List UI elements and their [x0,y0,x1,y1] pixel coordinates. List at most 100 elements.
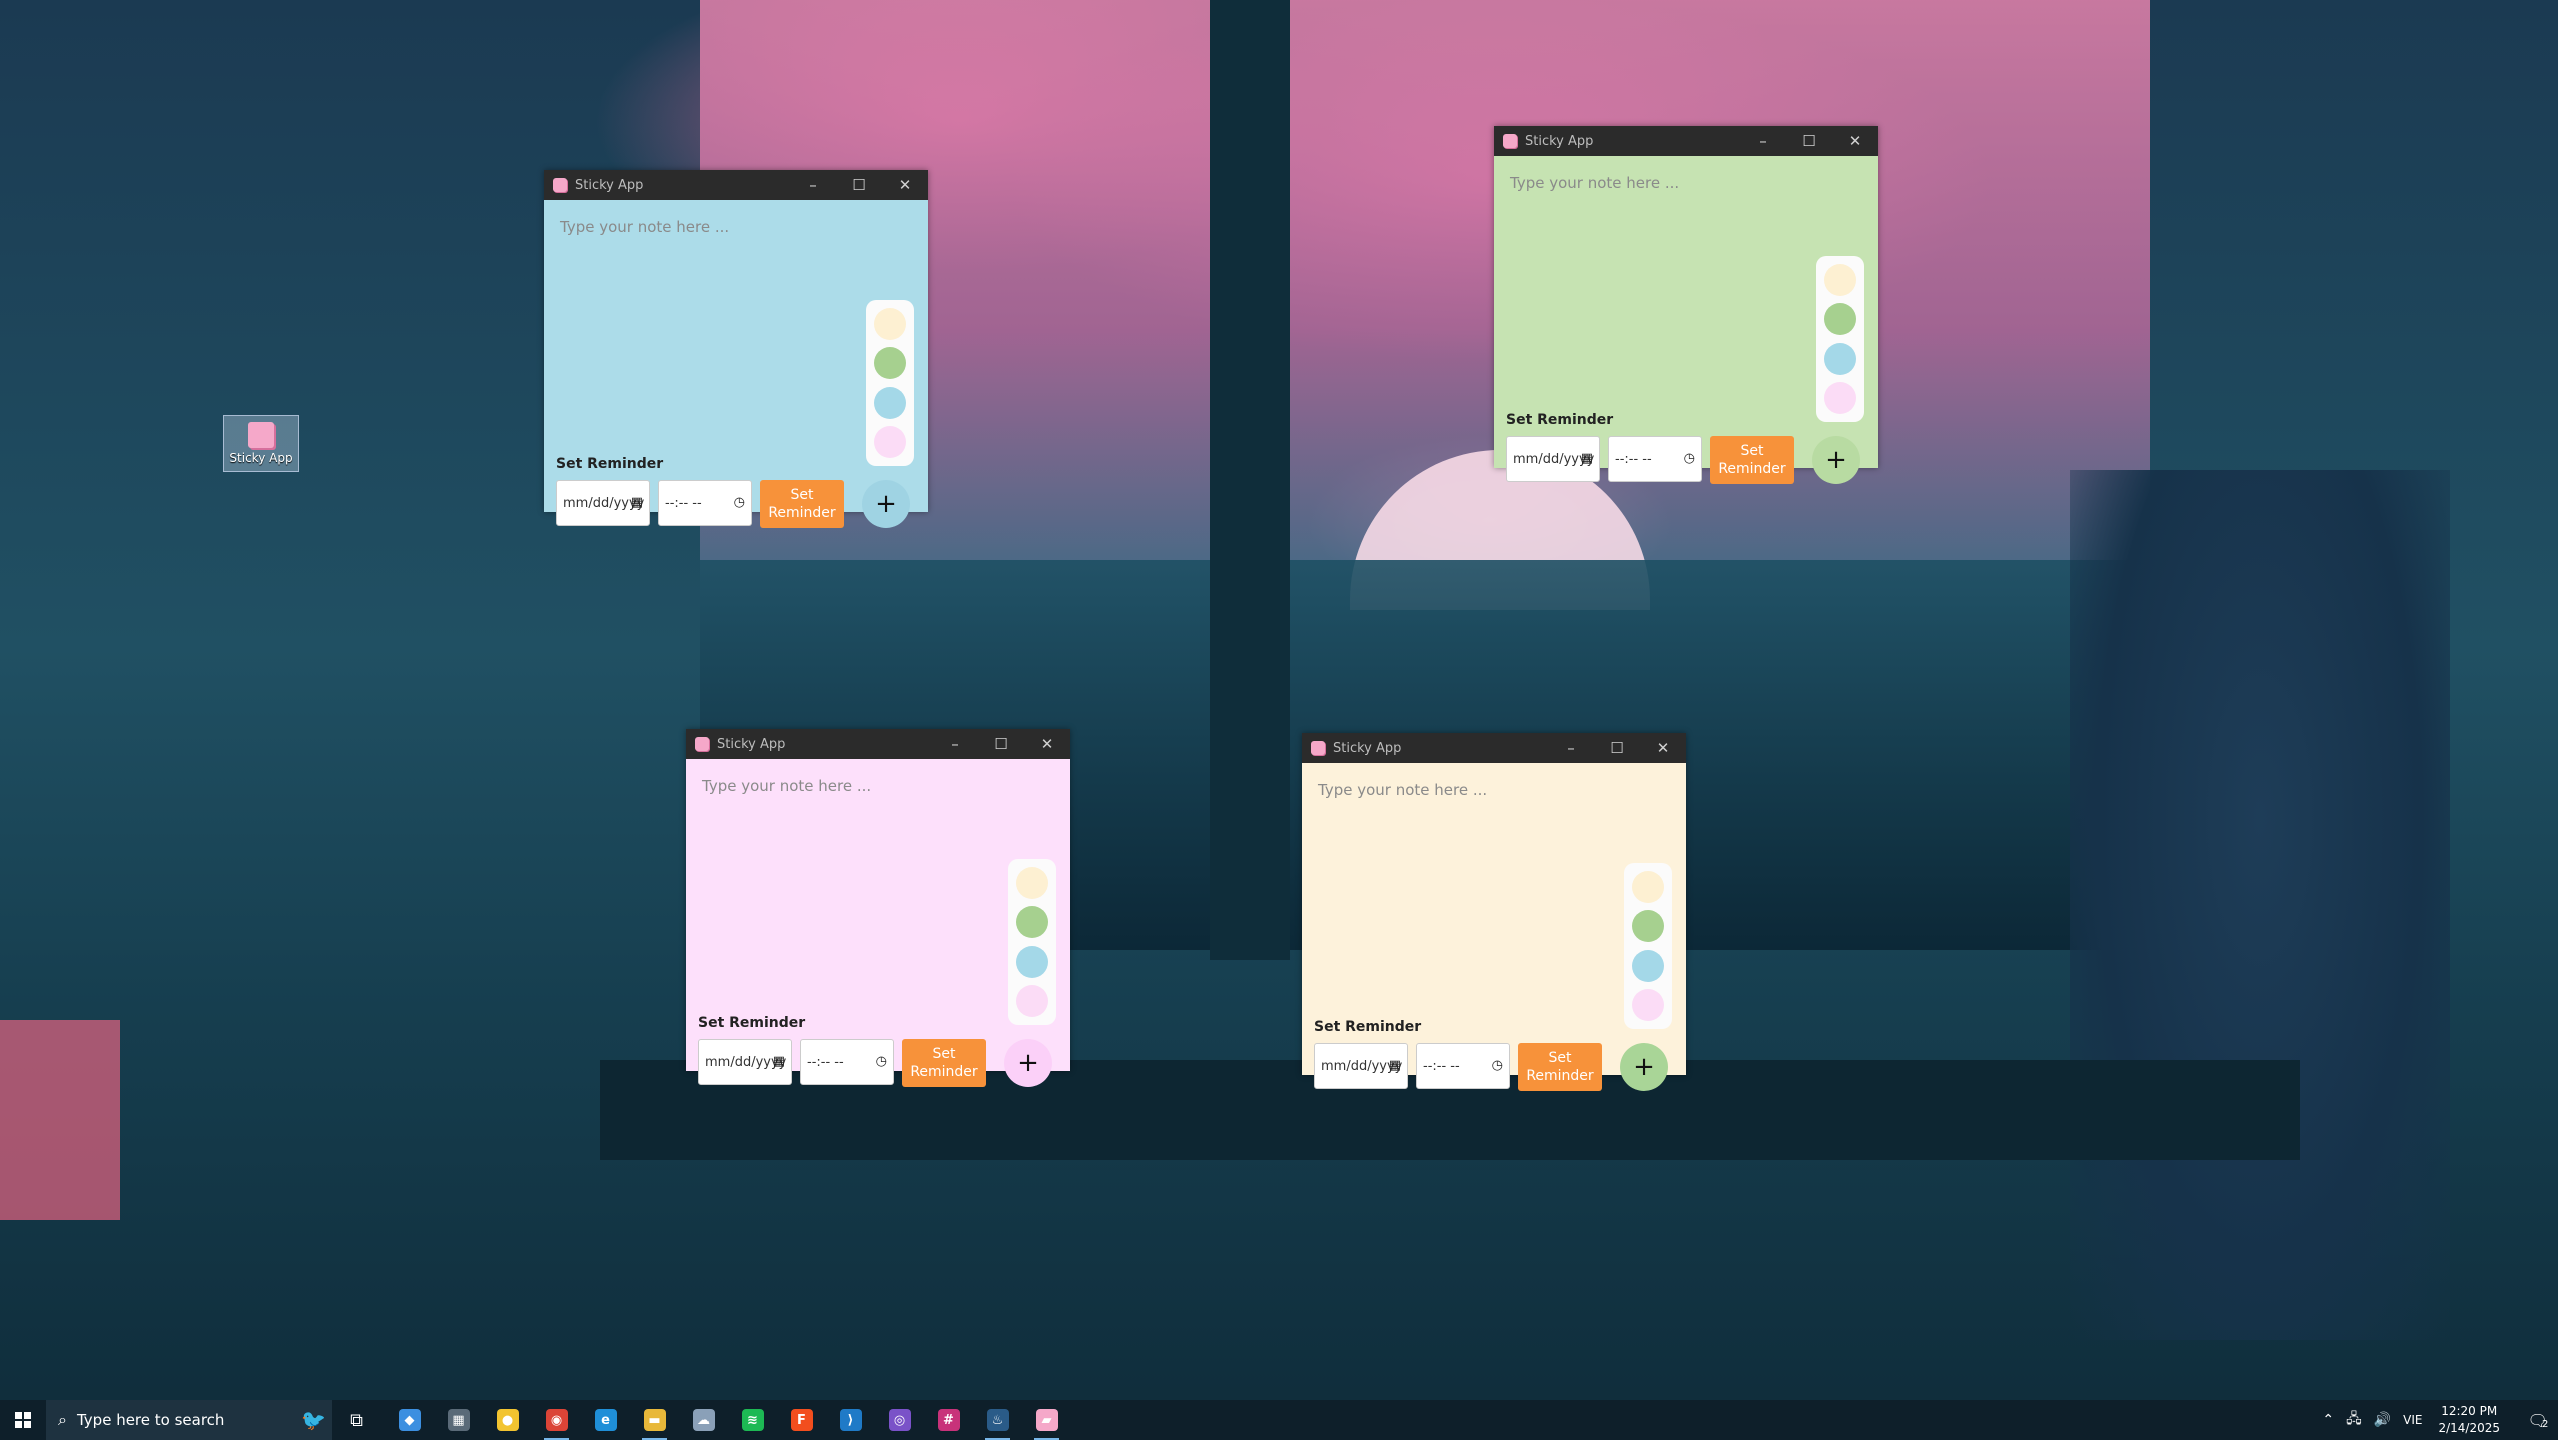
taskbar-app-button[interactable]: ▬ [630,1400,679,1440]
close-button[interactable]: ✕ [1832,126,1878,156]
sticky-window-blue[interactable]: Sticky App – ☐ ✕ Type your note here ...… [544,170,928,528]
cloud-app-icon: ☁ [692,1409,715,1431]
color-swatch[interactable] [1824,263,1856,296]
taskbar-search[interactable]: ⌕ Type here to search 🐦 [46,1400,332,1440]
color-swatch[interactable] [1824,303,1856,336]
title-bar[interactable]: Sticky App – ☐ ✕ [686,729,1070,759]
color-swatch[interactable] [1016,906,1048,939]
calendar-icon[interactable]: ▦ [631,495,643,510]
reminder-label: Set Reminder [1506,412,1614,428]
reminder-date-input[interactable]: mm/dd/yyyy ▦ [698,1039,792,1085]
color-swatch[interactable] [1632,989,1664,1022]
note-textarea[interactable]: Type your note here ... [560,218,729,236]
file-explorer-icon: ▬ [643,1409,666,1431]
reminder-time-input[interactable]: --:-- -- ◷ [1608,436,1702,482]
reminder-date-input[interactable]: mm/dd/yyyy ▦ [556,480,650,526]
tray-chevron-icon[interactable]: ⌃ [2322,1412,2334,1428]
note-textarea[interactable]: Type your note here ... [702,777,871,795]
clock[interactable]: 12:20 PM 2/14/2025 [2438,1403,2500,1437]
set-reminder-button[interactable]: Set Reminder [1710,436,1794,484]
taskbar-app-button[interactable]: ≋ [728,1400,777,1440]
note-body: Type your note here ... Set Reminder mm/… [1494,156,1878,484]
maximize-button[interactable]: ☐ [1786,126,1832,156]
language-indicator[interactable]: VIE [2403,1413,2422,1427]
color-swatch[interactable] [1632,949,1664,982]
taskbar-app-button[interactable]: ⟩ [826,1400,875,1440]
title-bar[interactable]: Sticky App – ☐ ✕ [1302,733,1686,763]
taskbar-app-button[interactable]: ☁ [679,1400,728,1440]
taskbar-app-button[interactable]: # [924,1400,973,1440]
taskbar-app-button[interactable]: ♨ [973,1400,1022,1440]
title-bar[interactable]: Sticky App – ☐ ✕ [544,170,928,200]
calendar-icon[interactable]: ▦ [1389,1058,1401,1073]
minimize-icon: – [1567,739,1575,757]
color-swatch[interactable] [1632,910,1664,943]
close-button[interactable]: ✕ [1640,733,1686,763]
reminder-time-input[interactable]: --:-- -- ◷ [658,480,752,526]
window-title: Sticky App [1333,740,1402,756]
set-reminder-button[interactable]: Set Reminder [902,1039,986,1087]
maximize-button[interactable]: ☐ [836,170,882,200]
figma-icon: F [790,1409,813,1431]
color-swatch[interactable] [874,386,906,419]
notification-button[interactable]: 🗨 2 [2518,1400,2558,1440]
taskbar-app-button[interactable]: ▦ [434,1400,483,1440]
reminder-time-input[interactable]: --:-- -- ◷ [1416,1043,1510,1089]
note-textarea[interactable]: Type your note here ... [1510,174,1679,192]
color-swatch[interactable] [874,307,906,340]
minimize-button[interactable]: – [1548,733,1594,763]
close-button[interactable]: ✕ [882,170,928,200]
note-body: Type your note here ... Set Reminder mm/… [544,200,928,528]
start-button[interactable] [0,1400,46,1440]
sticky-app-icon [553,178,567,192]
taskbar-app-button[interactable]: ● [483,1400,532,1440]
reminder-date-input[interactable]: mm/dd/yyyy ▦ [1314,1043,1408,1089]
color-swatch[interactable] [1632,870,1664,903]
maximize-button[interactable]: ☐ [1594,733,1640,763]
taskbar-app-button[interactable]: ◎ [875,1400,924,1440]
color-swatch[interactable] [1016,866,1048,899]
reminder-date-input[interactable]: mm/dd/yyyy ▦ [1506,436,1600,482]
color-swatch[interactable] [874,426,906,459]
clock-icon[interactable]: ◷ [734,495,745,510]
taskbar-app-button[interactable]: ▰ [1022,1400,1071,1440]
taskbar-app-button[interactable]: ◉ [532,1400,581,1440]
set-reminder-button[interactable]: Set Reminder [1518,1043,1602,1091]
minimize-button[interactable]: – [790,170,836,200]
minimize-button[interactable]: – [932,729,978,759]
taskbar-app-button[interactable]: ◆ [385,1400,434,1440]
close-button[interactable]: ✕ [1024,729,1070,759]
color-swatch[interactable] [1824,342,1856,375]
sticky-window-cream[interactable]: Sticky App – ☐ ✕ Type your note here ...… [1302,733,1686,1091]
maximize-button[interactable]: ☐ [978,729,1024,759]
add-note-button[interactable]: + [1620,1043,1668,1091]
taskbar-app-button[interactable]: e [581,1400,630,1440]
color-swatch[interactable] [1824,382,1856,415]
clock-icon[interactable]: ◷ [1492,1058,1503,1073]
color-swatch[interactable] [874,347,906,380]
clock-icon[interactable]: ◷ [876,1054,887,1069]
volume-icon[interactable]: 🔊 [2374,1412,2391,1428]
windows-icon [15,1412,31,1428]
add-note-button[interactable]: + [1004,1039,1052,1087]
sticky-window-green[interactable]: Sticky App – ☐ ✕ Type your note here ...… [1494,126,1878,484]
task-view-button[interactable]: ⧉ [332,1400,381,1440]
add-note-button[interactable]: + [862,480,910,528]
calendar-icon[interactable]: ▦ [1581,451,1593,466]
color-swatch[interactable] [1016,945,1048,978]
reminder-time-input[interactable]: --:-- -- ◷ [800,1039,894,1085]
sticky-window-pink[interactable]: Sticky App – ☐ ✕ Type your note here ...… [686,729,1070,1087]
network-icon[interactable]: 🖧 [2346,1408,2362,1432]
time-placeholder: --:-- -- [1423,1058,1460,1074]
minimize-button[interactable]: – [1740,126,1786,156]
calculator-icon: ▦ [447,1409,470,1431]
title-bar[interactable]: Sticky App – ☐ ✕ [1494,126,1878,156]
taskbar-app-button[interactable]: F [777,1400,826,1440]
desktop-icon-sticky-app[interactable]: Sticky App [223,415,299,472]
clock-icon[interactable]: ◷ [1684,451,1695,466]
note-textarea[interactable]: Type your note here ... [1318,781,1487,799]
set-reminder-button[interactable]: Set Reminder [760,480,844,528]
color-swatch[interactable] [1016,985,1048,1018]
calendar-icon[interactable]: ▦ [773,1054,785,1069]
add-note-button[interactable]: + [1812,436,1860,484]
